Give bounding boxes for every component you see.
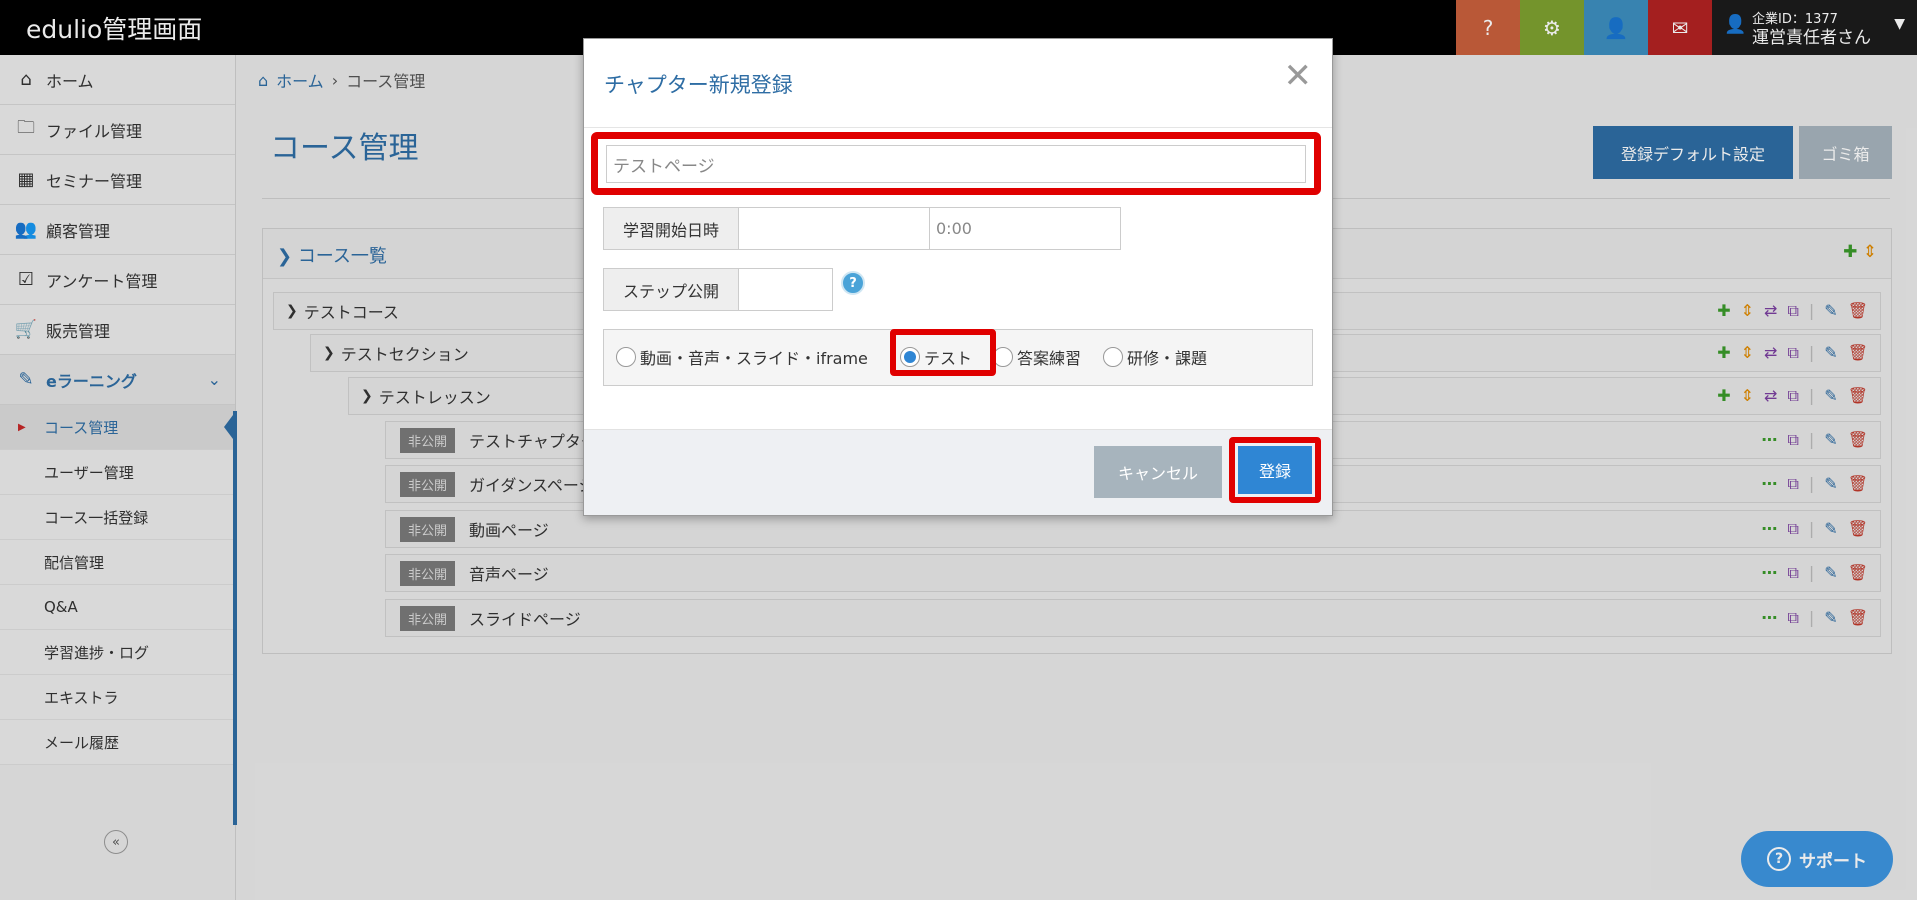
start-date-input[interactable] xyxy=(738,207,930,250)
type-radio-training[interactable]: 研修・課題 xyxy=(1103,345,1207,369)
radio-label: 答案練習 xyxy=(1017,349,1082,368)
type-radio-media[interactable]: 動画・音声・スライド・iframe xyxy=(616,345,868,369)
radio-circle[interactable] xyxy=(616,347,636,367)
radio-circle[interactable] xyxy=(993,347,1013,367)
start-time-input[interactable]: 0:00 xyxy=(929,207,1121,250)
cancel-button[interactable]: キャンセル xyxy=(1094,446,1222,498)
chapter-name-input[interactable]: テストページ xyxy=(606,145,1306,183)
chapter-create-dialog: チャプター新規登録 ✕ テストページ 学習開始日時 0:00 ステップ公開 ? … xyxy=(583,38,1333,516)
help-icon[interactable]: ? xyxy=(841,271,865,295)
step-release-label: ステップ公開 xyxy=(603,268,739,311)
dialog-title: チャプター新規登録 xyxy=(604,73,793,97)
radio-label: 動画・音声・スライド・iframe xyxy=(640,349,868,368)
radio-label: 研修・課題 xyxy=(1127,349,1208,368)
close-button[interactable]: ✕ xyxy=(1284,59,1313,93)
highlight-frame: テストページ xyxy=(591,132,1321,195)
start-datetime-label: 学習開始日時 xyxy=(603,207,739,250)
type-radio-answer-practice[interactable]: 答案練習 xyxy=(993,345,1081,369)
highlight-frame xyxy=(890,329,996,376)
step-release-input[interactable] xyxy=(738,268,833,311)
radio-circle[interactable] xyxy=(1103,347,1123,367)
divider xyxy=(584,127,1332,128)
close-icon: ✕ xyxy=(1283,56,1313,96)
register-button[interactable]: 登録 xyxy=(1238,446,1312,494)
